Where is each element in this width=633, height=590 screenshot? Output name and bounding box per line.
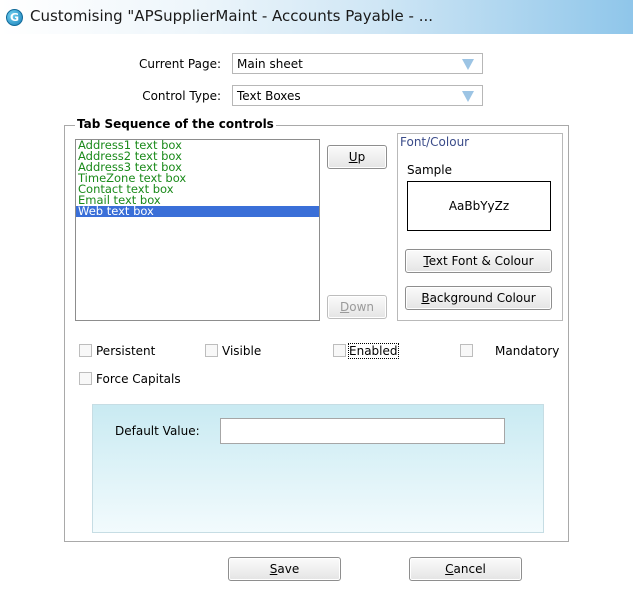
- text-font-label: ext Font & Colour: [428, 254, 534, 268]
- up-button-label: p: [357, 150, 366, 164]
- current-page-select[interactable]: Main sheet: [232, 53, 483, 74]
- sample-label: Sample: [407, 163, 452, 177]
- down-button-mnemonic: D: [339, 300, 350, 314]
- save-button[interactable]: Save: [228, 557, 341, 581]
- control-type-value: Text Boxes: [237, 89, 301, 103]
- save-label: ave: [277, 562, 300, 576]
- font-colour-title: Font/Colour: [400, 135, 470, 149]
- window-title: Customising "APSupplierMaint - Accounts …: [30, 7, 434, 25]
- list-item-selected[interactable]: Web text box: [76, 205, 319, 217]
- enabled-label[interactable]: Enabled: [348, 342, 399, 359]
- default-value-input[interactable]: [220, 418, 505, 444]
- cancel-label: ancel: [453, 562, 486, 576]
- visible-checkbox[interactable]: [205, 344, 218, 357]
- default-value-label: Default Value:: [115, 424, 200, 438]
- text-font-colour-button[interactable]: Text Font & Colour: [405, 249, 552, 273]
- cancel-mnemonic: C: [445, 562, 454, 576]
- title-bar[interactable]: G Customising "APSupplierMaint - Account…: [0, 0, 633, 34]
- persistent-checkbox-row[interactable]: Persistent: [79, 343, 155, 359]
- current-page-value: Main sheet: [237, 57, 303, 71]
- force-capitals-label[interactable]: Force Capitals: [96, 372, 181, 386]
- up-button[interactable]: Up: [327, 145, 387, 169]
- dropdown-arrow-icon[interactable]: [462, 91, 474, 102]
- current-page-label: Current Page:: [139, 57, 221, 71]
- down-button-label: own: [349, 300, 374, 314]
- persistent-checkbox[interactable]: [79, 344, 92, 357]
- app-logo-icon: G: [6, 9, 23, 26]
- down-button[interactable]: Down: [327, 295, 387, 319]
- enabled-checkbox-row[interactable]: Enabled: [333, 342, 399, 359]
- visible-label[interactable]: Visible: [222, 344, 261, 358]
- force-capitals-checkbox-row[interactable]: Force Capitals: [79, 371, 181, 387]
- sample-preview: AaBbYyZz: [407, 181, 551, 231]
- background-mnemonic: B: [421, 291, 430, 305]
- visible-checkbox-row[interactable]: Visible: [205, 343, 261, 359]
- persistent-label[interactable]: Persistent: [96, 344, 155, 358]
- enabled-checkbox[interactable]: [333, 344, 346, 357]
- force-capitals-checkbox[interactable]: [79, 372, 92, 385]
- cancel-button[interactable]: Cancel: [409, 557, 522, 581]
- control-type-select[interactable]: Text Boxes: [232, 85, 483, 106]
- control-type-label: Control Type:: [142, 89, 221, 103]
- dropdown-arrow-icon[interactable]: [462, 59, 474, 70]
- up-button-mnemonic: U: [348, 150, 358, 164]
- mandatory-checkbox[interactable]: [460, 344, 473, 357]
- mandatory-checkbox-row[interactable]: Mandatory: [460, 343, 559, 359]
- tab-sequence-list[interactable]: Address1 text box Address2 text box Addr…: [75, 139, 320, 321]
- background-label: ackground Colour: [429, 291, 536, 305]
- mandatory-label[interactable]: Mandatory: [495, 344, 559, 358]
- tab-sequence-title: Tab Sequence of the controls: [75, 117, 276, 131]
- background-colour-button[interactable]: Background Colour: [405, 286, 552, 310]
